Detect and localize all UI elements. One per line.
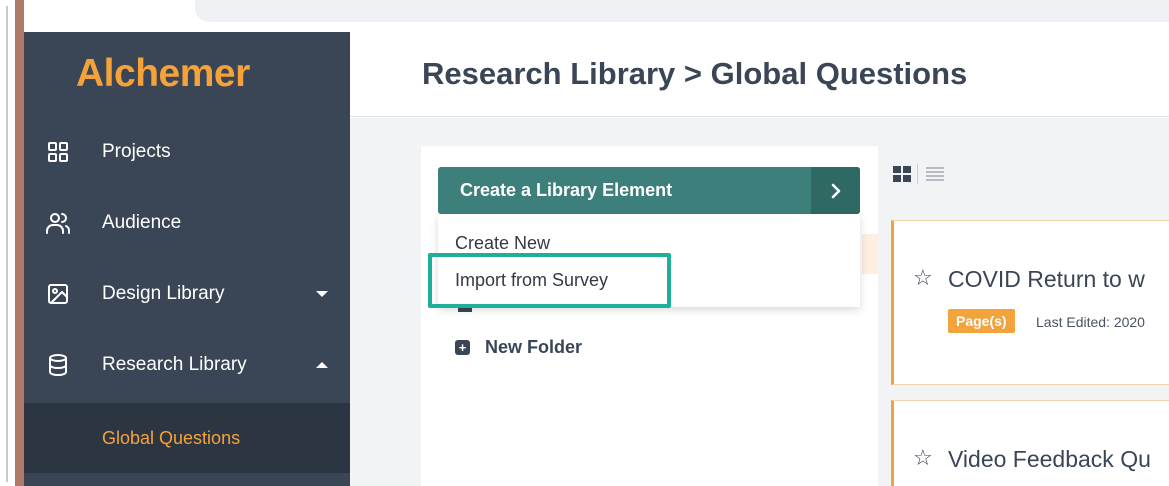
browser-top-strip [195, 0, 1169, 22]
menu-item-create-new[interactable]: Create New [455, 233, 550, 254]
image-icon [45, 281, 71, 307]
chevron-right-icon[interactable] [811, 167, 860, 214]
last-edited-text: Last Edited: 2020 [1036, 314, 1145, 330]
page-title: Research Library > Global Questions [422, 56, 968, 91]
window-edge-line [6, 6, 8, 482]
card-title: Video Feedback Qu [948, 446, 1151, 472]
star-icon[interactable]: ☆ [913, 265, 933, 291]
folder-item-fragment [458, 308, 472, 312]
star-icon[interactable]: ☆ [913, 445, 933, 471]
sidebar-item-label: Audience [102, 212, 182, 233]
alchemer-logo[interactable]: Alchemer [76, 52, 250, 96]
type-badge: Page(s) [948, 309, 1015, 333]
sidebar-item-research-library[interactable]: Research Library [24, 331, 350, 399]
list-view-icon[interactable] [926, 167, 944, 181]
plus-icon: + [455, 340, 470, 355]
sidebar-item-projects[interactable]: Projects [24, 118, 350, 186]
page-header: Research Library > Global Questions [350, 32, 1169, 117]
selected-folder-highlight [862, 234, 878, 274]
users-icon [45, 210, 71, 236]
sidebar-item-design-library[interactable]: Design Library [24, 260, 350, 328]
create-button-label: Create a Library Element [460, 180, 673, 200]
sidebar: Alchemer Projects Audience Design Librar… [24, 32, 350, 486]
window-edge-bar [15, 0, 24, 486]
database-icon [45, 352, 71, 378]
library-card[interactable]: ☆ COVID Return to w Page(s) Last Edited:… [891, 220, 1169, 385]
grid-view-icon[interactable] [893, 166, 911, 182]
sidebar-subitem-label: Global Questions [102, 427, 241, 448]
new-folder-button[interactable]: + New Folder [455, 337, 582, 358]
sidebar-subitem-global-questions[interactable]: Global Questions [24, 403, 350, 473]
sidebar-item-label: Projects [102, 141, 171, 162]
sidebar-item-label: Research Library [102, 354, 247, 375]
view-toggle-divider [917, 164, 918, 184]
chevron-up-icon[interactable] [316, 362, 328, 368]
create-library-element-button[interactable]: Create a Library Element [438, 167, 860, 214]
grid-icon [45, 139, 71, 165]
sidebar-item-audience[interactable]: Audience [24, 189, 350, 257]
library-card[interactable]: ☆ Video Feedback Qu [891, 400, 1169, 486]
sidebar-item-label: Design Library [102, 283, 225, 304]
annotation-highlight-box [428, 253, 671, 308]
card-title: COVID Return to w [948, 266, 1145, 292]
new-folder-label: New Folder [485, 337, 583, 357]
chevron-down-icon[interactable] [316, 291, 328, 297]
